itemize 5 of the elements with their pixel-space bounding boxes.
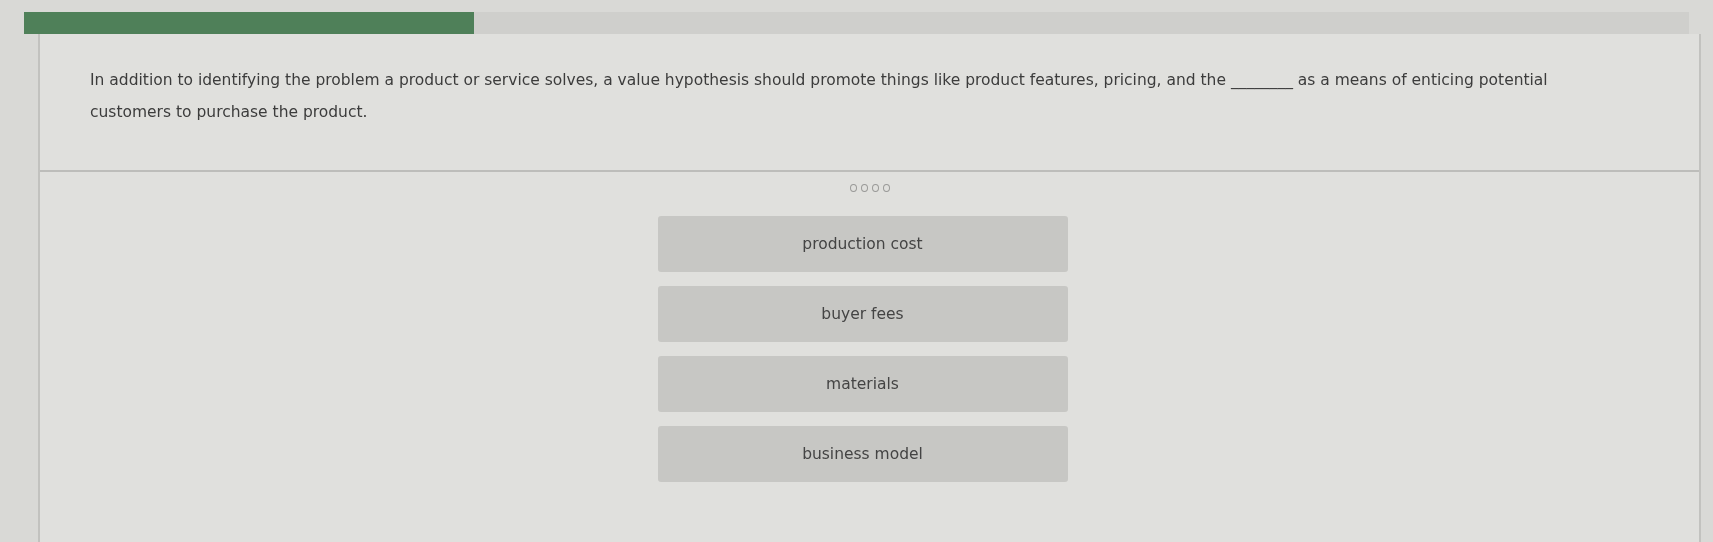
answer-option[interactable]: business model [657,426,1068,482]
answer-option[interactable]: materials [657,356,1068,412]
answer-option[interactable]: production cost [657,216,1068,272]
answer-option[interactable]: buyer fees [657,286,1068,342]
question-text: In addition to identifying the problem a product or service solves, a value hypothesis should promote things like product features, pricing, and the ________ as a means of enticing potential customers to purchase the product. [40,34,1699,172]
